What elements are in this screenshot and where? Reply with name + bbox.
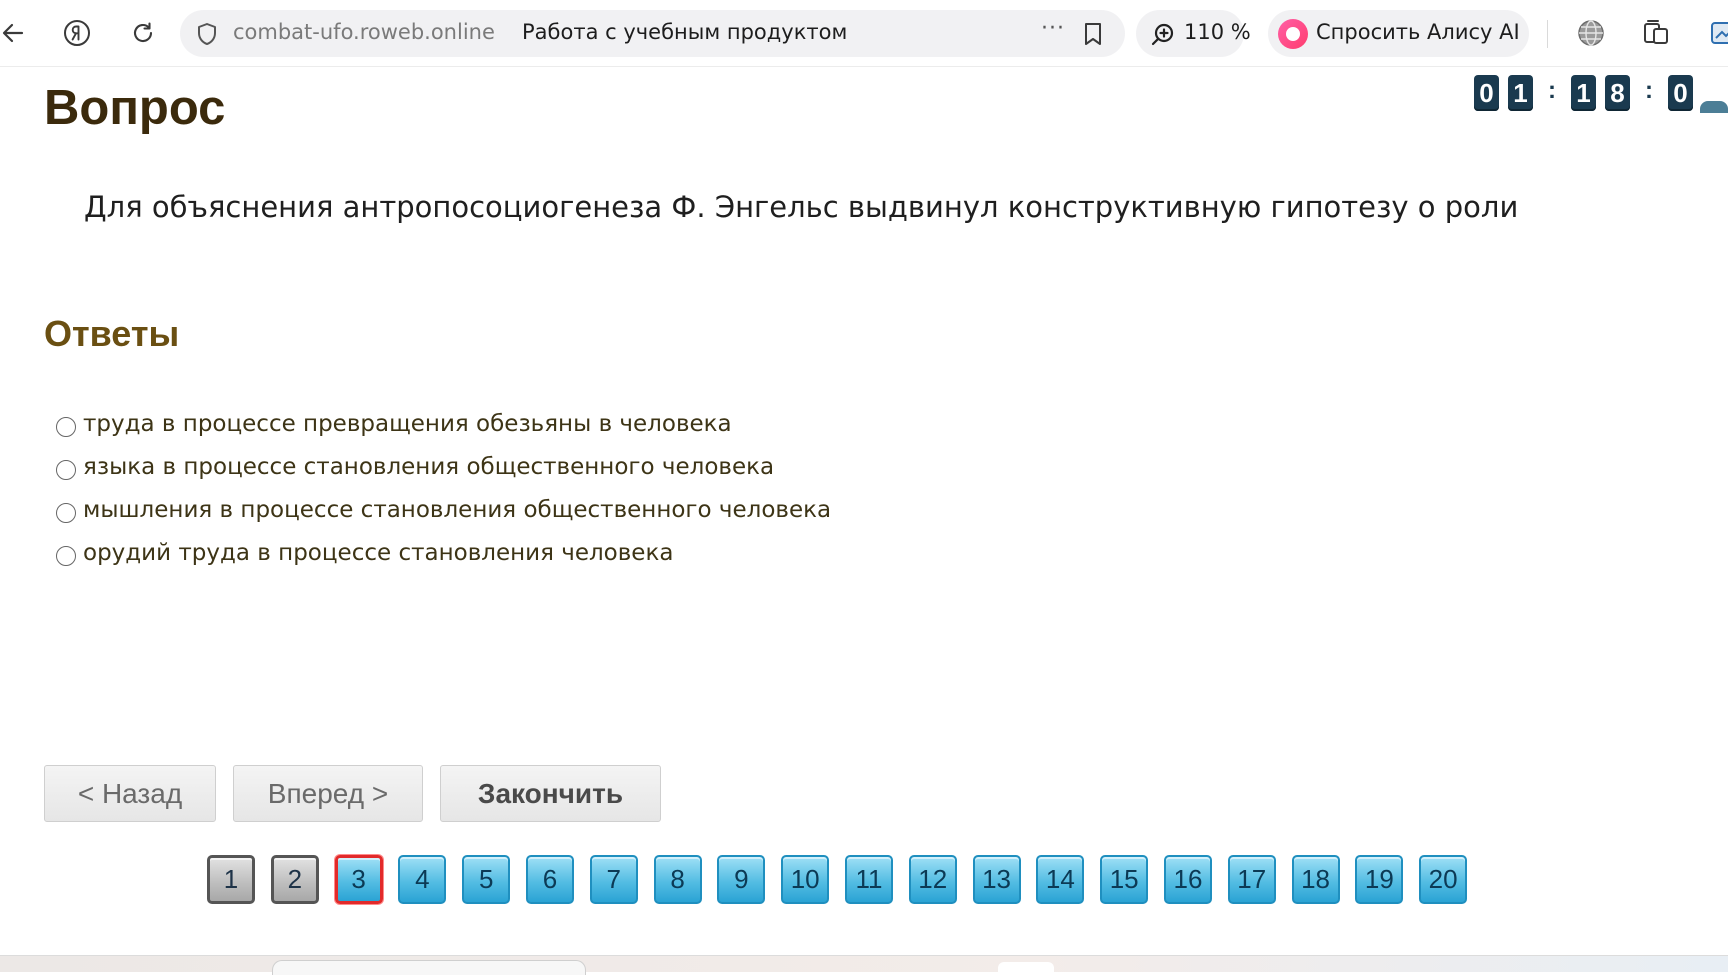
page-button[interactable]: 9 bbox=[717, 855, 766, 904]
page-button[interactable]: 6 bbox=[525, 855, 574, 904]
toolbar-divider bbox=[1547, 20, 1548, 48]
more-options-icon[interactable]: ··· bbox=[1041, 16, 1065, 41]
bookmark-icon[interactable] bbox=[1082, 21, 1104, 51]
timer-digit: 1 bbox=[1508, 75, 1533, 111]
address-bar[interactable]: combat-ufo.roweb.online Работа с учебным… bbox=[180, 10, 1125, 57]
translate-globe-icon[interactable] bbox=[1570, 12, 1612, 54]
page-button[interactable]: 19 bbox=[1355, 855, 1404, 904]
question-text: Для объяснения антропосоциогенеза Ф. Энг… bbox=[84, 190, 1519, 224]
timer-separator: : bbox=[1645, 77, 1653, 104]
ask-alice-button[interactable]: Спросить Алису AI bbox=[1268, 10, 1529, 57]
page-button[interactable]: 15 bbox=[1100, 855, 1149, 904]
extensions-icon[interactable] bbox=[1635, 12, 1677, 54]
yandex-logo-icon[interactable] bbox=[56, 12, 98, 54]
answer-radio[interactable] bbox=[56, 416, 76, 437]
answer-radio[interactable] bbox=[56, 502, 76, 523]
back-arrow-icon[interactable] bbox=[0, 12, 34, 54]
timer-digit: 1 bbox=[1571, 75, 1596, 111]
answers-list: труда в процессе превращения обезьяны в … bbox=[56, 402, 831, 574]
answer-radio[interactable] bbox=[56, 459, 76, 480]
answer-option[interactable]: орудий труда в процессе становления чело… bbox=[56, 531, 831, 574]
answer-radio[interactable] bbox=[56, 545, 76, 566]
zoom-level: 110 % bbox=[1184, 20, 1251, 44]
countdown-timer: 0 1 : 1 8 : 0 bbox=[1474, 75, 1702, 111]
alice-icon bbox=[1278, 19, 1308, 49]
timer-digit: 0 bbox=[1668, 75, 1693, 111]
page-button[interactable]: 5 bbox=[462, 855, 511, 904]
ask-alice-label: Спросить Алису AI bbox=[1316, 20, 1520, 44]
page-tab-title: Работа с учебным продуктом bbox=[522, 20, 848, 44]
back-button[interactable]: < Назад bbox=[44, 765, 216, 822]
question-pager: 1 2 3 4 5 6 7 8 9 10 11 12 13 14 15 16 17 18 19 20 bbox=[207, 855, 1483, 904]
next-button[interactable]: Вперед > bbox=[233, 765, 423, 822]
page-button[interactable]: 14 bbox=[1036, 855, 1085, 904]
page-button[interactable]: 10 bbox=[781, 855, 830, 904]
page-button-current[interactable]: 3 bbox=[334, 855, 383, 904]
answer-label[interactable]: языка в процессе становления общественно… bbox=[83, 454, 774, 480]
answers-heading: Ответы bbox=[44, 313, 180, 354]
timer-digit: 8 bbox=[1605, 75, 1630, 111]
page-button[interactable]: 20 bbox=[1419, 855, 1468, 904]
page-button[interactable]: 16 bbox=[1163, 855, 1212, 904]
page-button[interactable]: 7 bbox=[589, 855, 638, 904]
taskbar-strip bbox=[0, 955, 1728, 975]
page-button[interactable]: 11 bbox=[844, 855, 893, 904]
page-button[interactable]: 4 bbox=[398, 855, 447, 904]
page-button[interactable]: 8 bbox=[653, 855, 702, 904]
page-button[interactable]: 17 bbox=[1227, 855, 1276, 904]
page-button[interactable]: 1 bbox=[207, 855, 255, 904]
page-button[interactable]: 18 bbox=[1291, 855, 1340, 904]
browser-toolbar: combat-ufo.roweb.online Работа с учебным… bbox=[0, 0, 1728, 67]
answer-label[interactable]: труда в процессе превращения обезьяны в … bbox=[83, 411, 732, 437]
page-title: Вопрос bbox=[44, 81, 226, 135]
url-host[interactable]: combat-ufo.roweb.online bbox=[233, 20, 495, 44]
zoom-indicator[interactable]: 110 % bbox=[1136, 10, 1251, 57]
answer-option[interactable]: языка в процессе становления общественно… bbox=[56, 445, 831, 488]
timer-digit: 0 bbox=[1474, 75, 1499, 111]
zoom-in-icon bbox=[1150, 22, 1176, 52]
timer-separator: : bbox=[1548, 77, 1556, 104]
profile-icon[interactable] bbox=[1700, 12, 1728, 54]
page-button[interactable]: 13 bbox=[972, 855, 1021, 904]
answer-label[interactable]: мышления в процессе становления обществе… bbox=[83, 497, 831, 523]
page-button[interactable]: 2 bbox=[270, 855, 319, 904]
side-panel-handle[interactable] bbox=[1700, 101, 1728, 113]
answer-option[interactable]: труда в процессе превращения обезьяны в … bbox=[56, 402, 831, 445]
finish-button[interactable]: Закончить bbox=[440, 765, 661, 822]
reload-icon[interactable] bbox=[122, 12, 164, 54]
answer-option[interactable]: мышления в процессе становления обществе… bbox=[56, 488, 831, 531]
answer-label[interactable]: орудий труда в процессе становления чело… bbox=[83, 540, 673, 566]
shield-icon[interactable] bbox=[196, 22, 218, 50]
page-button[interactable]: 12 bbox=[908, 855, 957, 904]
